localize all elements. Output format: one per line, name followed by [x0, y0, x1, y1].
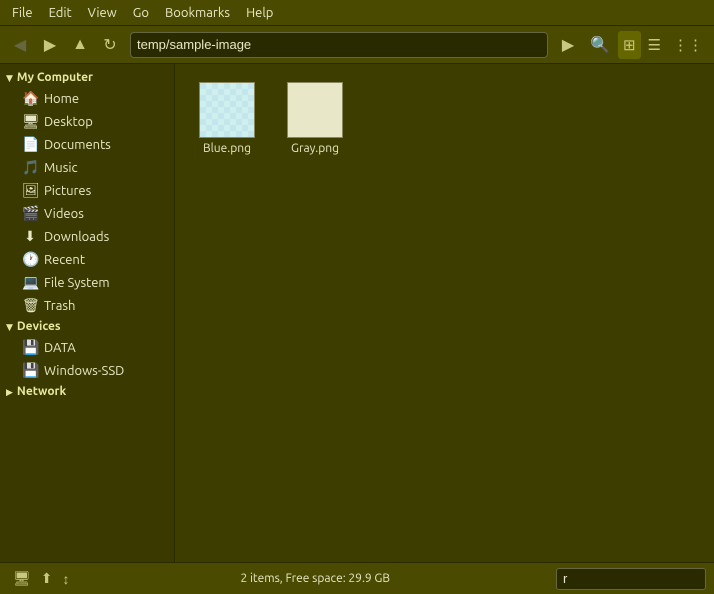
file-item-blue[interactable]: Blue.png — [187, 76, 267, 161]
sidebar-item-downloads[interactable]: ⬇ Downloads — [0, 225, 174, 248]
menu-item-view[interactable]: View — [80, 4, 125, 22]
gray-filename: Gray.png — [291, 142, 339, 155]
devices-chevron — [6, 320, 13, 333]
music-icon: 🎵 — [22, 159, 38, 176]
desktop-icon: 🖥 — [22, 113, 38, 130]
gray-thumbnail — [287, 82, 343, 138]
view-list-button[interactable]: ☰ — [643, 31, 666, 59]
documents-icon: 📄 — [22, 136, 38, 153]
blue-thumbnail — [199, 82, 255, 138]
windows-ssd-label: Windows-SSD — [44, 364, 124, 378]
sidebar-item-pictures[interactable]: 🖼 Pictures — [0, 179, 174, 202]
trash-icon: 🗑 — [22, 297, 38, 314]
search-toolbar-button[interactable]: 🔍 — [584, 31, 616, 59]
videos-icon: 🎬 — [22, 205, 38, 222]
toolbar: ◀ ▶ ▲ ↻ ▶ 🔍 ⊞ ☰ ⋮⋮ — [0, 26, 714, 64]
devices-label: Devices — [17, 320, 61, 333]
reload-button[interactable]: ↻ — [96, 31, 124, 59]
network-label: Network — [17, 385, 66, 398]
sidebar-item-music[interactable]: 🎵 Music — [0, 156, 174, 179]
sidebar-item-trash[interactable]: 🗑 Trash — [0, 294, 174, 317]
statusbar: 🖥 ⬆ ↕ 2 items, Free space: 29.9 GB — [0, 562, 714, 594]
sidebar-computer-items: 🏠 Home 🖥 Desktop 📄 Documents 🎵 Music 🖼 Pictures 🎬 V… — [0, 87, 174, 317]
file-item-gray[interactable]: Gray.png — [275, 76, 355, 161]
data-label: DATA — [44, 341, 76, 355]
home-label: Home — [44, 92, 79, 106]
status-text: 2 items, Free space: 29.9 GB — [75, 572, 556, 585]
downloads-label: Downloads — [44, 230, 109, 244]
videos-label: Videos — [44, 207, 84, 221]
network-chevron — [6, 385, 13, 398]
sidebar-item-windows-ssd[interactable]: 💾 Windows-SSD — [0, 359, 174, 382]
status-btn-3[interactable]: ↕ — [58, 566, 75, 592]
status-btn-1[interactable]: 🖥 — [8, 566, 36, 592]
trash-label: Trash — [44, 299, 75, 313]
menu-item-file[interactable]: File — [4, 4, 41, 22]
music-label: Music — [44, 161, 78, 175]
menu-item-help[interactable]: Help — [238, 4, 281, 22]
my-computer-label: My Computer — [17, 71, 93, 84]
file-content-area: Blue.png Gray.png — [175, 64, 714, 562]
main-layout: My Computer 🏠 Home 🖥 Desktop 📄 Documents 🎵 Musi… — [0, 64, 714, 562]
sidebar-section-my-computer[interactable]: My Computer — [0, 68, 174, 87]
downloads-icon: ⬇ — [22, 228, 38, 245]
pictures-label: Pictures — [44, 184, 91, 198]
search-input[interactable] — [556, 568, 706, 590]
filesystem-label: File System — [44, 276, 110, 290]
menu-item-bookmarks[interactable]: Bookmarks — [157, 4, 238, 22]
home-icon: 🏠 — [22, 90, 38, 107]
sidebar-devices-items: 💾 DATA 💾 Windows-SSD — [0, 336, 174, 382]
filesystem-icon: 💻 — [22, 274, 38, 291]
go-button[interactable]: ▶ — [554, 31, 582, 59]
documents-label: Documents — [44, 138, 111, 152]
sidebar: My Computer 🏠 Home 🖥 Desktop 📄 Documents 🎵 Musi… — [0, 64, 175, 562]
sidebar-section-devices[interactable]: Devices — [0, 317, 174, 336]
address-bar-container — [130, 32, 548, 58]
blue-filename: Blue.png — [203, 142, 251, 155]
forward-button[interactable]: ▶ — [36, 31, 64, 59]
address-bar-input[interactable] — [137, 37, 541, 52]
recent-icon: 🕐 — [22, 251, 38, 268]
status-btn-2[interactable]: ⬆ — [36, 566, 58, 592]
menu-item-edit[interactable]: Edit — [41, 4, 80, 22]
desktop-label: Desktop — [44, 115, 93, 129]
windows-ssd-icon: 💾 — [22, 362, 38, 379]
pictures-icon: 🖼 — [22, 182, 38, 199]
sidebar-item-home[interactable]: 🏠 Home — [0, 87, 174, 110]
sidebar-section-network[interactable]: Network — [0, 382, 174, 401]
recent-label: Recent — [44, 253, 85, 267]
sidebar-item-desktop[interactable]: 🖥 Desktop — [0, 110, 174, 133]
view-grid-button[interactable]: ⊞ — [618, 31, 641, 59]
sidebar-item-data[interactable]: 💾 DATA — [0, 336, 174, 359]
data-icon: 💾 — [22, 339, 38, 356]
sidebar-item-documents[interactable]: 📄 Documents — [0, 133, 174, 156]
view-compact-button[interactable]: ⋮⋮ — [668, 31, 708, 59]
sidebar-item-recent[interactable]: 🕐 Recent — [0, 248, 174, 271]
menubar: FileEditViewGoBookmarksHelp — [0, 0, 714, 26]
sidebar-item-filesystem[interactable]: 💻 File System — [0, 271, 174, 294]
up-button[interactable]: ▲ — [66, 31, 94, 59]
my-computer-chevron — [6, 71, 13, 84]
menu-item-go[interactable]: Go — [125, 4, 157, 22]
back-button[interactable]: ◀ — [6, 31, 34, 59]
sidebar-item-videos[interactable]: 🎬 Videos — [0, 202, 174, 225]
